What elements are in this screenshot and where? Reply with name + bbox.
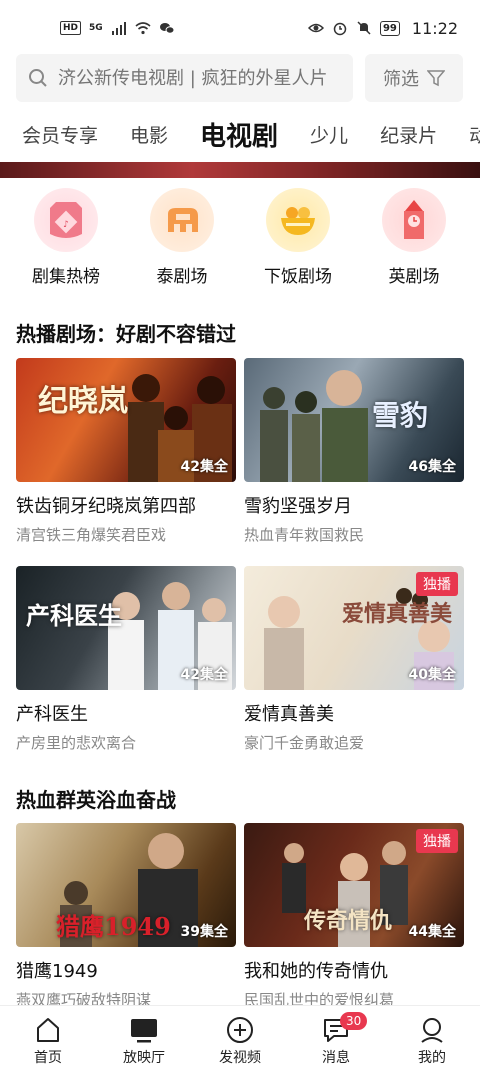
exclusive-badge: 独播: [416, 829, 458, 853]
category-label: 下饭剧场: [264, 267, 332, 287]
nav-label: 发视频: [219, 1050, 261, 1066]
video-poster: 传奇情仇 独播 44集全: [244, 823, 464, 947]
signal-icon: [111, 22, 126, 35]
poster-title: 爱情真善美: [342, 601, 453, 627]
filter-label: 筛选: [383, 69, 419, 90]
tab-movie[interactable]: 电影: [130, 121, 168, 148]
nav-messages[interactable]: 30 消息: [296, 1012, 376, 1067]
nav-label: 消息: [322, 1050, 350, 1066]
video-poster: 爱情真善美 独播 40集全: [244, 566, 464, 690]
plus-circle-icon: [227, 1017, 253, 1043]
category-label: 英剧场: [388, 267, 440, 287]
eye-icon: [307, 23, 324, 33]
category-label: 泰剧场: [156, 267, 208, 287]
tv-icon: [131, 1019, 157, 1043]
video-card[interactable]: 猎鹰1949 39集全 猎鹰1949 燕双鹰巧破敌特阴谋: [16, 823, 236, 1010]
episode-count: 39集全: [180, 924, 228, 940]
video-card[interactable]: 纪晓岚 42集全 铁齿铜牙纪晓岚第四部 清宫铁三角爆笑君臣戏: [16, 358, 236, 545]
filter-icon: [427, 70, 445, 87]
tab-anime[interactable]: 动: [469, 121, 480, 148]
chart-icon: ♪: [34, 188, 98, 252]
nav-profile[interactable]: 我的: [392, 1016, 472, 1067]
video-card[interactable]: 产科医生 42集全 产科医生 产房里的悲欢离合: [16, 566, 236, 753]
card-title: 猎鹰1949: [16, 961, 98, 982]
nav-upload[interactable]: 发视频: [200, 1016, 280, 1067]
card-subtitle: 热血青年救国救民: [244, 526, 365, 544]
tab-vip[interactable]: 会员专享: [22, 121, 98, 148]
exclusive-badge: 独播: [416, 572, 458, 596]
section-title-hot: 热播剧场：好剧不容错过: [16, 322, 236, 346]
banner-image[interactable]: [0, 162, 480, 178]
category-item[interactable]: 泰剧场: [127, 188, 237, 293]
nav-label: 首页: [34, 1050, 62, 1066]
card-subtitle: 产房里的悲欢离合: [16, 734, 137, 752]
search-row: 筛选: [16, 54, 464, 102]
card-title: 铁齿铜牙纪晓岚第四部: [16, 496, 196, 517]
poster-title: 猎鹰1949: [56, 912, 171, 941]
category-shortcuts: ♪ 剧集热榜 泰剧场 下饭剧场 英剧场: [0, 188, 480, 293]
section-title-war: 热血群英浴血奋战: [16, 788, 176, 812]
nav-theater[interactable]: 放映厅: [104, 1016, 184, 1067]
profile-icon: [421, 1018, 443, 1043]
video-card[interactable]: 雪豹 46集全 雪豹坚强岁月 热血青年救国救民: [244, 358, 464, 545]
status-left: HD 5G: [60, 20, 175, 36]
home-icon: [37, 1018, 59, 1042]
tab-kids[interactable]: 少儿: [310, 121, 348, 148]
message-count-badge: 30: [340, 1012, 368, 1030]
video-card[interactable]: 爱情真善美 独播 40集全 爱情真善美 豪门千金勇敢追爱: [244, 566, 464, 753]
clock: 11:22: [411, 18, 458, 38]
card-title: 产科医生: [16, 704, 88, 725]
nav-label: 我的: [418, 1050, 446, 1066]
video-poster: 猎鹰1949 39集全: [16, 823, 236, 947]
video-card[interactable]: 传奇情仇 独播 44集全 我和她的传奇情仇 民国乱世中的爱恨纠葛: [244, 823, 464, 1010]
bottom-nav: 首页 放映厅 发视频 30 消息 我的: [0, 1005, 480, 1067]
category-label: 剧集热榜: [32, 267, 100, 287]
svg-text:♪: ♪: [63, 220, 69, 230]
tab-tv-series[interactable]: 电视剧: [200, 116, 278, 153]
video-poster: 雪豹 46集全: [244, 358, 464, 482]
filter-button[interactable]: 筛选: [365, 54, 463, 102]
wechat-icon: [159, 23, 175, 34]
category-item[interactable]: 英剧场: [359, 188, 469, 293]
card-subtitle: 清宫铁三角爆笑君臣戏: [16, 526, 167, 544]
episode-count: 42集全: [180, 667, 228, 683]
battery-icon: 99: [379, 20, 400, 36]
card-title: 雪豹坚强岁月: [244, 496, 352, 517]
tab-documentary[interactable]: 纪录片: [380, 121, 437, 148]
search-icon: [29, 69, 47, 87]
search-box[interactable]: [16, 54, 353, 102]
nav-label: 放映厅: [123, 1050, 165, 1066]
mute-icon: [357, 21, 371, 35]
alarm-icon: [333, 22, 347, 36]
hd-icon: HD: [60, 21, 82, 35]
episode-count: 46集全: [408, 459, 456, 475]
video-poster: 纪晓岚 42集全: [16, 358, 236, 482]
episode-count: 40集全: [408, 667, 456, 683]
bigben-icon: [382, 188, 446, 252]
status-right: 99 11:22: [307, 18, 458, 38]
category-tabs: 会员专享 电影 电视剧 少儿 纪录片 动: [0, 106, 480, 162]
episode-count: 44集全: [408, 924, 456, 940]
category-item[interactable]: ♪ 剧集热榜: [11, 188, 121, 293]
poster-title: 纪晓岚: [38, 384, 128, 419]
card-title: 爱情真善美: [244, 704, 334, 725]
video-poster: 产科医生 42集全: [16, 566, 236, 690]
bowl-icon: [266, 188, 330, 252]
poster-title: 产科医生: [26, 601, 122, 630]
card-title: 我和她的传奇情仇: [244, 961, 388, 982]
nav-home[interactable]: 首页: [8, 1016, 88, 1067]
category-item[interactable]: 下饭剧场: [243, 188, 353, 293]
search-input[interactable]: [58, 67, 338, 89]
poster-title: 雪豹: [372, 399, 429, 432]
status-bar: HD 5G 99 11:22: [0, 0, 480, 56]
poster-title: 传奇情仇: [304, 908, 393, 934]
episode-count: 42集全: [180, 459, 228, 475]
card-subtitle: 豪门千金勇敢追爱: [244, 734, 365, 752]
elephant-icon: [150, 188, 214, 252]
network-type: 5G: [89, 23, 103, 33]
wifi-icon: [135, 22, 151, 35]
